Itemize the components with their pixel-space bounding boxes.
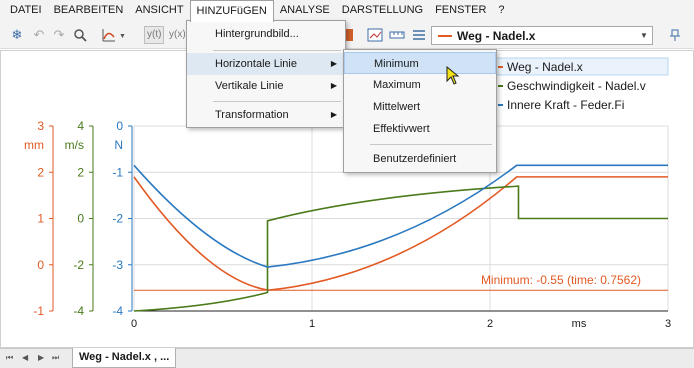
- zoom-icon[interactable]: [71, 26, 89, 44]
- menu-separator: [213, 50, 341, 51]
- menu-fenster[interactable]: FENSTER: [429, 0, 492, 21]
- y-tick-label: -4: [73, 304, 84, 318]
- y-tick-label: 2: [77, 165, 84, 179]
- y-tick-label: 0: [116, 119, 123, 133]
- ruler-icon[interactable]: [388, 26, 406, 44]
- series-line-1: [133, 185, 668, 312]
- menu-hinzufuegen[interactable]: HINZUFüGEN: [189, 0, 274, 22]
- list-icon[interactable]: [410, 26, 428, 44]
- menu-darstellung[interactable]: DARSTELLUNG: [336, 0, 429, 21]
- y-unit-label: mm: [24, 138, 44, 152]
- menu-separator: [370, 144, 492, 145]
- menu-ansicht[interactable]: ANSICHT: [129, 0, 189, 21]
- hinzufuegen-menu: Hintergrundbild... Horizontale Linie ▶ V…: [186, 20, 346, 128]
- menu-analyse[interactable]: ANALYSE: [274, 0, 336, 21]
- y-tick-label: 1: [37, 212, 44, 226]
- chevron-right-icon: ▶: [330, 110, 337, 119]
- chevron-down-icon[interactable]: ▼: [636, 31, 652, 40]
- signal-select[interactable]: Weg - Nadel.x ▼: [431, 26, 653, 45]
- svg-text:▼: ▼: [119, 33, 126, 40]
- x-tick-label: 1: [309, 318, 315, 330]
- y-tick-label: -1: [33, 304, 44, 318]
- prev-tab-icon[interactable]: ◀: [22, 353, 28, 362]
- y-tick-label: -4: [112, 304, 123, 318]
- signal-color-swatch: [438, 34, 452, 37]
- submenu-item-effektivwert[interactable]: Effektivwert: [344, 118, 496, 140]
- first-tab-icon[interactable]: ⏮: [6, 353, 13, 363]
- menu-bar: DATEI BEARBEITEN ANSICHT HINZUFüGEN ANAL…: [0, 0, 694, 22]
- menu-bearbeiten[interactable]: BEARBEITEN: [48, 0, 130, 21]
- legend-entry: Geschwindigkeit - Nadel.v: [507, 79, 646, 93]
- y-tick-label: -1: [112, 165, 123, 179]
- toolbar: ❄ ↶ ↷ ▼ y(t) y(x) Weg - Nadel.x ▼: [0, 21, 694, 49]
- redo-icon[interactable]: ↷: [50, 26, 68, 44]
- undo-icon[interactable]: ↶: [30, 26, 48, 44]
- document-tab[interactable]: Weg - Nadel.x , ...: [72, 348, 177, 368]
- legend-entry: Weg - Nadel.x: [507, 60, 583, 74]
- submenu-item-benutzerdefiniert[interactable]: Benutzerdefiniert: [344, 148, 496, 170]
- menu-item-horizontale-linie[interactable]: Horizontale Linie ▶: [187, 53, 345, 75]
- menu-datei[interactable]: DATEI: [4, 0, 48, 21]
- x-tick-label: 3: [665, 318, 671, 330]
- menu-separator: [213, 101, 341, 102]
- series-line-2: [133, 164, 668, 268]
- chevron-right-icon: ▶: [330, 81, 337, 90]
- menu-item-hintergrundbild[interactable]: Hintergrundbild...: [187, 23, 345, 45]
- y-tick-label: -2: [112, 212, 123, 226]
- submenu-item-mittelwert[interactable]: Mittelwert: [344, 96, 496, 118]
- pin-icon[interactable]: [662, 26, 688, 44]
- legend-entry: Innere Kraft - Feder.Fi: [507, 98, 624, 112]
- next-tab-icon[interactable]: ▶: [38, 353, 44, 362]
- y-tick-label: 0: [37, 258, 44, 272]
- x-tick-label: 2: [487, 318, 493, 330]
- signal-select-value: Weg - Nadel.x: [457, 28, 536, 43]
- submenu-item-maximum[interactable]: Maximum: [344, 74, 496, 96]
- x-tick-label: 0: [131, 318, 137, 330]
- chevron-right-icon: ▶: [330, 59, 337, 68]
- menu-help[interactable]: ?: [492, 0, 510, 21]
- y-tick-label: 2: [37, 165, 44, 179]
- snowflake-icon[interactable]: ❄: [8, 26, 26, 44]
- x-axis-label: ms: [572, 318, 587, 330]
- submenu-item-minimum[interactable]: Minimum: [344, 52, 496, 74]
- menu-item-vertikale-linie[interactable]: Vertikale Linie ▶: [187, 75, 345, 97]
- table-icon[interactable]: [366, 26, 384, 44]
- y-unit-label: N: [114, 138, 123, 152]
- minimum-annotation: Minimum: -0.55 (time: 0.7562): [481, 273, 641, 287]
- curve-icon[interactable]: ▼: [100, 26, 130, 44]
- y-of-t-icon[interactable]: y(t): [144, 26, 165, 44]
- y-tick-label: -3: [112, 258, 123, 272]
- y-tick-label: 4: [77, 119, 84, 133]
- y-tick-label: -2: [73, 258, 84, 272]
- mouse-cursor-icon: [446, 66, 460, 85]
- y-tick-label: 0: [77, 212, 84, 226]
- y-unit-label: m/s: [65, 138, 84, 152]
- last-tab-icon[interactable]: ⏭: [52, 353, 59, 363]
- y-tick-label: 3: [37, 119, 44, 133]
- horizontale-linie-submenu: Minimum Maximum Mittelwert Effektivwert …: [343, 49, 497, 173]
- menu-item-transformation[interactable]: Transformation ▶: [187, 104, 345, 126]
- document-tab-bar: ⏮ ◀ ▶ ⏭ Weg - Nadel.x , ...: [0, 348, 694, 368]
